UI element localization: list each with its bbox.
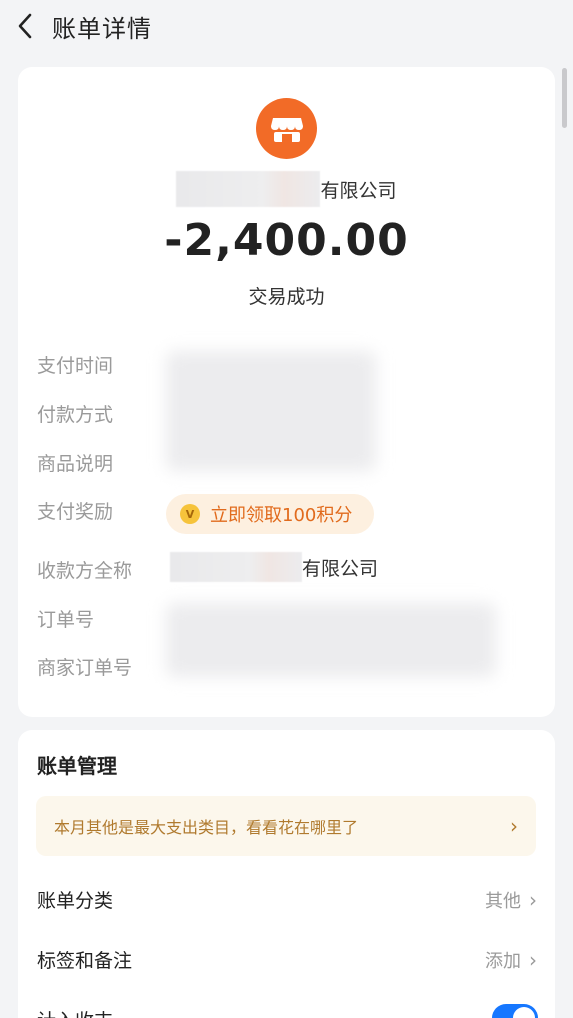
spending-tip-text: 本月其他是最大支出类目，看看花在哪里了 — [54, 818, 359, 837]
income-expense-row: 计入收支 — [37, 1006, 537, 1018]
merchant-order-label: 商家订单号 — [37, 657, 133, 679]
top-bar: 账单详情 — [0, 0, 573, 52]
page-title: 账单详情 — [52, 14, 152, 43]
claim-points-button[interactable]: V 立即领取100积分 — [166, 494, 374, 534]
bill-management-card: 账单管理 本月其他是最大支出类目，看看花在哪里了 › 账单分类 其他 › 标签和… — [18, 730, 555, 1018]
order-number-label: 订单号 — [37, 609, 95, 631]
tags-notes-value: 添加 — [485, 950, 521, 972]
chevron-right-icon: › — [529, 947, 537, 972]
transaction-status: 交易成功 — [248, 286, 325, 308]
chevron-left-icon — [18, 13, 32, 39]
payee-label: 收款方全称 — [37, 560, 133, 582]
income-expense-toggle[interactable] — [492, 1004, 538, 1018]
claim-points-label: 立即领取100积分 — [210, 505, 353, 526]
payee-name-suffix: 有限公司 — [302, 557, 379, 580]
scrollbar[interactable] — [562, 68, 567, 128]
v-coin-icon: V — [180, 504, 200, 524]
spending-tip-banner[interactable]: 本月其他是最大支出类目，看看花在哪里了 › — [36, 796, 536, 856]
redacted-details — [166, 351, 376, 471]
reward-label: 支付奖励 — [37, 501, 114, 523]
section-title: 账单管理 — [37, 754, 117, 778]
bill-category-value: 其他 — [485, 890, 521, 912]
pay-method-label: 付款方式 — [37, 404, 114, 426]
merchant-name-suffix: 有限公司 — [320, 179, 397, 202]
product-desc-label: 商品说明 — [37, 453, 114, 475]
chevron-right-icon: › — [529, 887, 537, 912]
payee-name: 有限公司 — [170, 552, 378, 582]
tags-notes-label: 标签和备注 — [37, 950, 133, 972]
transaction-amount: -2,400.00 — [164, 215, 409, 266]
tags-notes-row[interactable]: 标签和备注 添加 › — [37, 946, 537, 973]
income-expense-label: 计入收支 — [37, 1006, 113, 1018]
chevron-right-icon: › — [510, 814, 518, 838]
transaction-card: 有限公司 -2,400.00 交易成功 支付时间 付款方式 商品说明 支付奖励 … — [18, 67, 555, 717]
store-icon — [256, 98, 317, 159]
redacted-order-numbers — [166, 603, 496, 677]
toggle-knob — [513, 1007, 535, 1018]
back-button[interactable] — [0, 0, 52, 52]
pay-time-label: 支付时间 — [37, 355, 114, 377]
merchant-name: 有限公司 — [18, 171, 555, 207]
bill-category-label: 账单分类 — [37, 890, 114, 912]
bill-category-row[interactable]: 账单分类 其他 › — [37, 886, 537, 913]
redacted-merchant-name — [176, 171, 321, 207]
redacted-payee-name — [170, 552, 302, 582]
